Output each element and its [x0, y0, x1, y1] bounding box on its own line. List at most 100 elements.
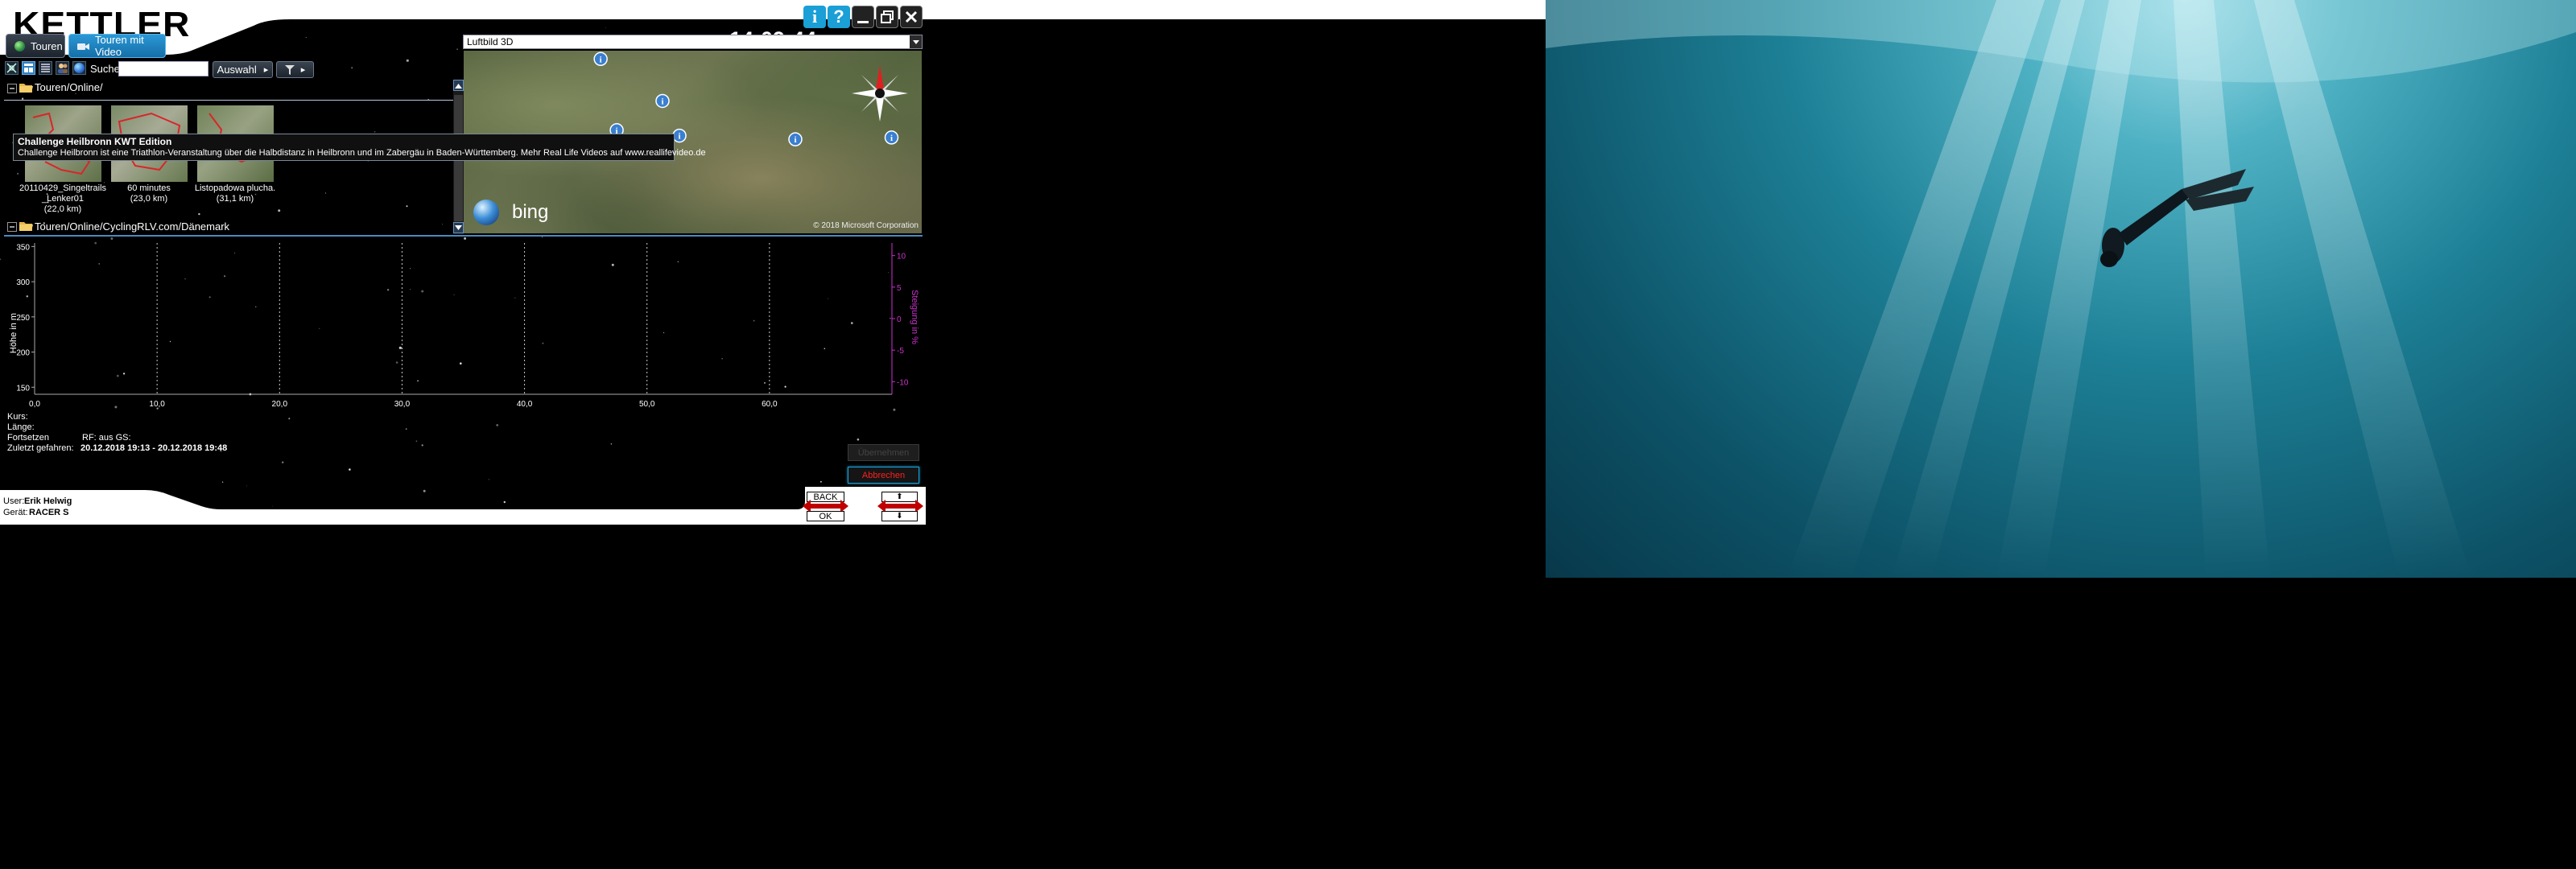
rf-label: RF: aus GS:: [82, 433, 131, 443]
tooltip-title: Challenge Heilbronn KWT Edition: [18, 136, 172, 147]
tree-collapse-toggle-2[interactable]: [7, 222, 17, 232]
minimize-button[interactable]: [852, 6, 874, 28]
y-tick-label: 150: [16, 384, 30, 393]
selection-dropdown-button[interactable]: Auswahl ▸: [213, 61, 273, 78]
x-tick-label: 40,0: [517, 400, 533, 409]
star: [405, 428, 407, 430]
info-button[interactable]: i: [803, 6, 826, 28]
svg-text:i: i: [890, 134, 893, 143]
tour-tooltip: Challenge Heilbronn KWT Edition Challeng…: [13, 134, 706, 161]
x-tick-label: 0,0: [29, 400, 40, 409]
length-label: Länge:: [7, 422, 35, 432]
tour-2-distance: (23,0 km): [130, 194, 168, 204]
minus-icon: [10, 88, 14, 89]
ok-button-label: OK: [819, 511, 832, 521]
compass-rose-icon[interactable]: [852, 65, 908, 121]
star: [496, 424, 499, 426]
selection-label: Auswahl: [217, 64, 257, 76]
desktop-wallpaper-underwater: [1546, 0, 2576, 578]
user-label: User:: [3, 496, 25, 506]
y-axis-title: Höhe in m: [9, 313, 19, 353]
tab-touren-label: Touren: [31, 39, 63, 52]
apply-button-label: Übernehmen: [857, 447, 910, 458]
svg-text:i: i: [794, 135, 796, 145]
device-label: Gerät:: [3, 508, 28, 517]
users-filter-button[interactable]: [56, 61, 69, 75]
user-value: Erik Helwig: [24, 496, 72, 506]
map-pin-2[interactable]: i: [655, 93, 670, 109]
map-pin-1[interactable]: i: [593, 51, 608, 67]
filter-arrow-icon: ▸: [300, 65, 306, 75]
star: [17, 172, 19, 175]
x-tick-label: 30,0: [394, 400, 411, 409]
list-view-button[interactable]: [39, 61, 52, 75]
search-input[interactable]: [118, 61, 208, 76]
map-view-dropdown-button[interactable]: [910, 35, 922, 48]
y2-axis-title: Steigung in %: [910, 290, 919, 344]
map-pin-5[interactable]: i: [788, 132, 803, 146]
bing-logo: bing: [512, 201, 549, 223]
arrow-up-icon: [455, 83, 462, 89]
tab-touren[interactable]: Touren: [6, 34, 65, 58]
star: [415, 440, 418, 443]
star: [282, 461, 284, 463]
tree-folder-denmark[interactable]: Touren/Online/CyclingRLV.com/Dänemark: [35, 220, 229, 233]
underwater-light-rays: [1546, 0, 2576, 578]
folder-icon: [19, 82, 33, 93]
thumbnail-view-icon: [24, 64, 33, 72]
tour-1-name-line2: _Lenker01: [42, 194, 84, 204]
scroll-down-button[interactable]: [453, 222, 464, 233]
kettler-app-window: KETTLER 14:09:44 i ? Touren Touren mit V…: [0, 0, 1546, 869]
thumbnail-view-button[interactable]: [22, 61, 35, 75]
tab-touren-mit-video[interactable]: Touren mit Video: [68, 34, 166, 58]
list-view-icon: [41, 64, 50, 72]
tab-touren-mit-video-label: Touren mit Video: [95, 34, 144, 58]
star: [288, 418, 291, 420]
cancel-button[interactable]: Abbrechen: [848, 467, 919, 484]
y2-tick-label: 5: [897, 284, 902, 293]
close-icon: [905, 10, 918, 23]
collapse-all-button[interactable]: [5, 61, 19, 75]
map-copyright: © 2018 Microsoft Corporation: [813, 221, 919, 230]
map-pin-4[interactable]: i: [672, 128, 687, 143]
svg-text:i: i: [600, 55, 602, 64]
footer-background: [0, 487, 926, 525]
y2-tick-label: 0: [897, 315, 902, 324]
down-button[interactable]: ⬇: [881, 511, 918, 521]
ok-button[interactable]: OK: [807, 511, 844, 521]
restore-icon: [881, 10, 894, 23]
svg-text:i: i: [679, 132, 681, 142]
star: [820, 480, 822, 483]
y2-tick-label: -5: [897, 347, 904, 356]
x-tick-label: 60,0: [762, 400, 778, 409]
tour-1-distance: (22,0 km): [43, 204, 82, 214]
help-button[interactable]: ?: [828, 6, 850, 28]
map-view-select[interactable]: Luftbild 3D: [463, 35, 923, 49]
scroll-up-button[interactable]: [453, 80, 464, 91]
last-ridden-label: Zuletzt gefahren:: [7, 443, 74, 453]
tour-1-name-line1: 20110429_Singeltrails: [19, 183, 107, 193]
apply-button-disabled[interactable]: Übernehmen: [848, 444, 919, 461]
star: [610, 443, 613, 445]
online-globe-button[interactable]: [72, 61, 86, 75]
secondary-screen-black-area: [1546, 578, 2576, 869]
continue-label: Fortsetzen: [7, 433, 49, 443]
maximize-button[interactable]: [876, 6, 898, 28]
globe-icon: [14, 40, 25, 51]
tour-3-name: Listopadowa plucha.: [194, 183, 276, 193]
tour-2-name: 60 minutes: [127, 183, 171, 193]
tree-header-line: [4, 100, 455, 101]
device-value: RACER S: [29, 508, 69, 517]
help-icon: ?: [833, 6, 844, 27]
close-button[interactable]: [900, 6, 923, 28]
tree-collapse-toggle-1[interactable]: [7, 84, 17, 93]
tree-folder-online[interactable]: Touren/Online/: [35, 81, 103, 93]
map-pin-6[interactable]: i: [884, 130, 899, 145]
elevation-chart: 0,0 10,0 20,0 30,0 40,0 50,0 60,03503002502001…: [9, 243, 919, 409]
star: [374, 131, 376, 133]
filter-dropdown-button[interactable]: ▸: [276, 61, 314, 78]
star: [198, 212, 200, 216]
selection-arrow-icon: ▸: [263, 65, 269, 75]
arrow-down-icon: ⬇: [896, 512, 903, 521]
x-tick-label: 10,0: [149, 400, 165, 409]
